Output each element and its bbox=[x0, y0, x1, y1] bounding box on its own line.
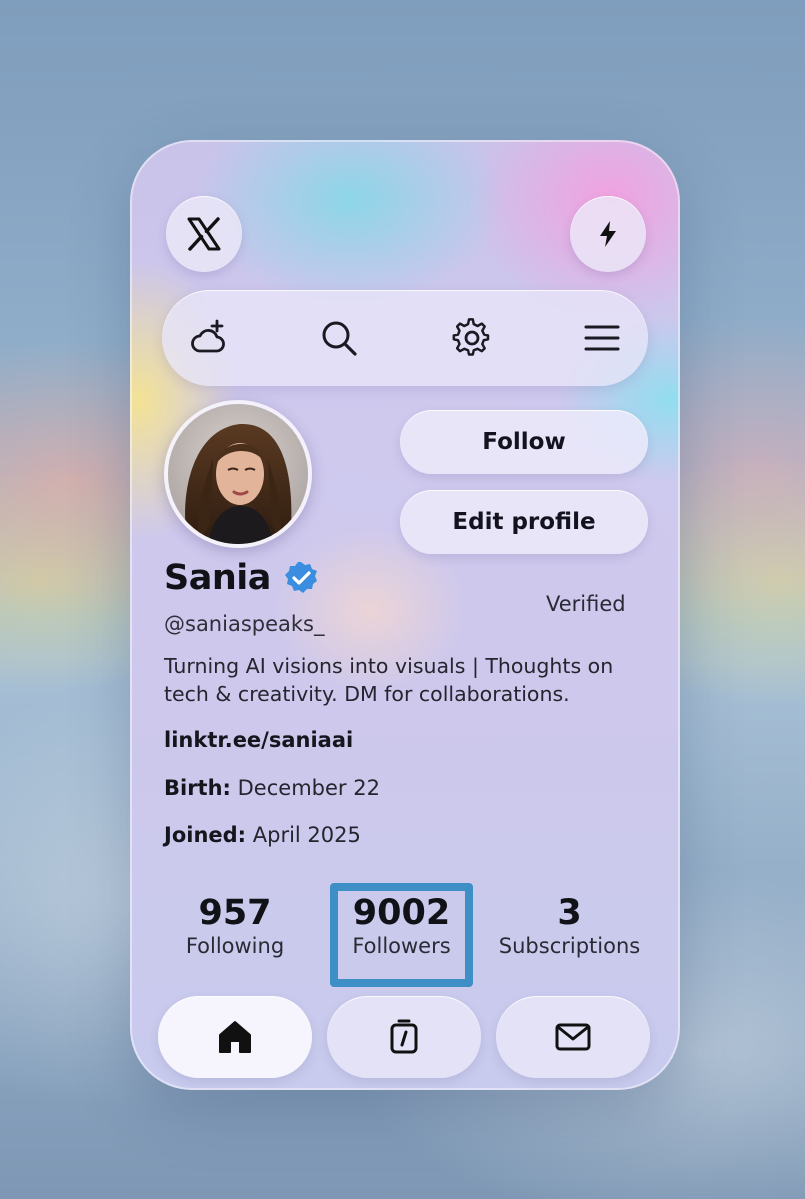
lightning-icon bbox=[600, 221, 616, 247]
nav-mail-button[interactable] bbox=[496, 996, 650, 1078]
avatar[interactable] bbox=[164, 400, 312, 548]
cloud-add-icon[interactable] bbox=[188, 318, 228, 358]
birth-label: Birth: bbox=[164, 776, 231, 800]
following-label: Following bbox=[185, 934, 285, 958]
lightning-button[interactable] bbox=[570, 196, 646, 272]
search-icon[interactable] bbox=[319, 318, 359, 358]
x-logo-icon bbox=[187, 217, 221, 251]
joined-row: Joined: April 2025 bbox=[164, 823, 361, 847]
edit-profile-button[interactable]: Edit profile bbox=[400, 490, 648, 554]
name-row: Sania bbox=[164, 558, 319, 598]
followers-highlight-box bbox=[330, 883, 473, 987]
nav-clock-button[interactable] bbox=[327, 996, 481, 1078]
x-logo-button[interactable] bbox=[166, 196, 242, 272]
birth-value: December 22 bbox=[237, 776, 380, 800]
clock-icon bbox=[390, 1019, 418, 1054]
verified-label: Verified bbox=[546, 592, 626, 616]
profile-bio: Turning AI visions into visuals | Though… bbox=[164, 654, 614, 706]
mail-icon bbox=[555, 1023, 591, 1051]
profile-handle: @saniaspeaks_ bbox=[164, 612, 325, 636]
profile-card: Follow Edit profile Sania Verified @sani… bbox=[130, 140, 680, 1090]
stat-following[interactable]: 957 Following bbox=[170, 892, 300, 958]
home-icon bbox=[219, 1021, 251, 1053]
subscriptions-count: 3 bbox=[557, 893, 582, 933]
following-count: 957 bbox=[198, 893, 272, 933]
gear-icon[interactable] bbox=[452, 318, 492, 358]
nav-home-button[interactable] bbox=[158, 996, 312, 1078]
birth-row: Birth: December 22 bbox=[164, 776, 380, 800]
menu-icon[interactable] bbox=[582, 318, 622, 358]
subscriptions-label: Subscriptions bbox=[498, 934, 641, 958]
joined-value: April 2025 bbox=[252, 823, 361, 847]
stat-subscriptions[interactable]: 3 Subscriptions bbox=[492, 892, 647, 958]
profile-name: Sania bbox=[164, 558, 271, 598]
joined-label: Joined: bbox=[164, 823, 247, 847]
profile-link[interactable]: linktr.ee/saniaai bbox=[164, 728, 353, 752]
follow-button[interactable]: Follow bbox=[400, 410, 648, 474]
verified-badge-icon bbox=[283, 560, 319, 596]
toolbar bbox=[162, 290, 648, 386]
